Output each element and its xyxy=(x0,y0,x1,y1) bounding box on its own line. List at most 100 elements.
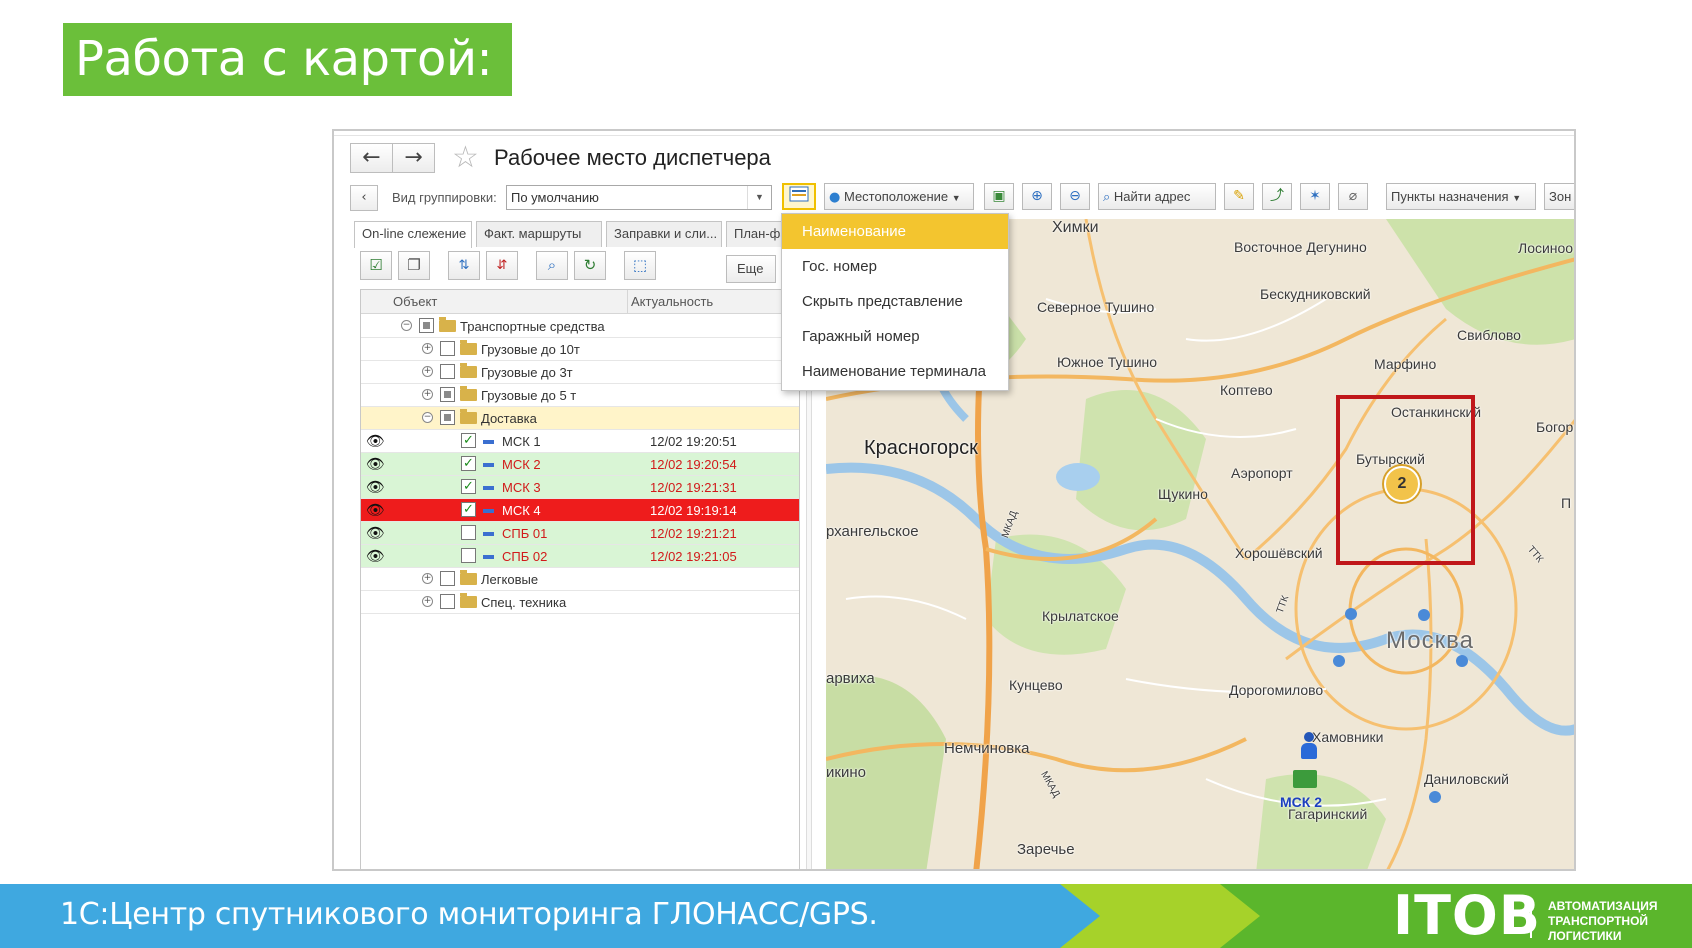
grouping-select[interactable]: По умолчанию ▼ xyxy=(506,185,772,210)
tree-checkbox[interactable] xyxy=(440,341,455,356)
sort-asc-button[interactable]: ⇅ xyxy=(448,251,480,280)
menu-item-plate-number[interactable]: Гос. номер xyxy=(782,249,1008,284)
label-display-button[interactable] xyxy=(782,183,816,210)
back-button[interactable]: ← xyxy=(350,143,393,173)
tree-checkbox[interactable] xyxy=(440,594,455,609)
folder-icon xyxy=(460,363,477,378)
vehicle-row[interactable]: 👁 ✓ МСК 2 12/02 19:20:54 xyxy=(361,453,799,476)
tree-checkbox[interactable] xyxy=(419,318,434,333)
zones-button[interactable]: Зон xyxy=(1544,183,1574,210)
menu-item-terminal-name[interactable]: Наименование терминала xyxy=(782,354,1008,389)
eye-icon[interactable]: 👁 xyxy=(366,524,390,542)
collapse-toggle-icon[interactable]: − xyxy=(401,320,412,331)
select-area-button[interactable]: ⬚ xyxy=(624,251,656,280)
zoom-out-button[interactable]: ⊖ xyxy=(1060,183,1090,210)
vehicle-map-label[interactable]: МСК 2 xyxy=(1280,794,1322,810)
vehicle-cluster-marker[interactable]: 2 xyxy=(1384,466,1420,502)
slide-title: Работа с картой: xyxy=(63,23,512,96)
tree-checkbox[interactable] xyxy=(440,571,455,586)
folder-icon xyxy=(460,570,477,585)
tree-row[interactable]: + Грузовые до 5 т xyxy=(361,384,799,407)
expand-toggle-icon[interactable]: + xyxy=(422,596,433,607)
collapse-panel-button[interactable]: ‹ xyxy=(350,185,378,211)
street xyxy=(1185,298,1327,342)
expand-toggle-icon[interactable]: + xyxy=(422,389,433,400)
vehicle-row-alert[interactable]: 👁 ✓ МСК 4 12/02 19:19:14 xyxy=(361,499,799,522)
tree-row-name: Транспортные средства xyxy=(460,319,605,334)
vehicle-time: 12/02 19:21:21 xyxy=(650,526,737,541)
menu-item-hide-label[interactable]: Скрыть представление xyxy=(782,284,1008,319)
menu-item-name[interactable]: Наименование xyxy=(782,214,1008,249)
fit-map-button[interactable]: ▣ xyxy=(984,183,1014,210)
eye-icon[interactable]: 👁 xyxy=(366,478,390,496)
location-button[interactable]: ● Местоположение ▼ xyxy=(824,183,974,210)
zoom-in-button[interactable]: ⊕ xyxy=(1022,183,1052,210)
logo-subtitle-line: ЛОГИСТИКИ xyxy=(1548,929,1622,943)
tree-row[interactable]: − Транспортные средства xyxy=(361,315,799,338)
expand-toggle-icon[interactable]: + xyxy=(422,343,433,354)
find-address-button[interactable]: ⌕ Найти адрес xyxy=(1098,183,1216,210)
search-tree-button[interactable]: ⌕ xyxy=(536,251,568,280)
polygon-button[interactable]: ✶ xyxy=(1300,183,1330,210)
metro-marker xyxy=(1333,655,1345,667)
vehicle-checkbox[interactable]: ✓ xyxy=(461,479,476,494)
vehicle-name: СПБ 02 xyxy=(502,549,548,564)
vehicle-checkbox[interactable]: ✓ xyxy=(461,456,476,471)
more-button[interactable]: Еще xyxy=(726,255,776,283)
tree-checkbox[interactable] xyxy=(440,387,455,402)
copy-button[interactable]: ❐ xyxy=(398,251,430,280)
map-label: Аэропорт xyxy=(1231,465,1293,481)
tab-online-tracking[interactable]: On-line слежение xyxy=(354,221,472,248)
forward-button[interactable]: → xyxy=(392,143,435,173)
destinations-button[interactable]: Пункты назначения ▼ xyxy=(1386,183,1536,210)
eye-icon[interactable]: 👁 xyxy=(366,455,390,473)
route-button[interactable]: ⤴ xyxy=(1262,183,1292,210)
tree-checkbox[interactable] xyxy=(440,410,455,425)
menu-item-garage-number[interactable]: Гаражный номер xyxy=(782,319,1008,354)
tree-row[interactable]: + Спец. техника xyxy=(361,591,799,614)
zoom-in-icon: ⊕ xyxy=(1031,188,1043,204)
vehicle-checkbox[interactable]: ✓ xyxy=(461,502,476,517)
driver-icon[interactable] xyxy=(1301,732,1317,760)
vehicle-row[interactable]: 👁 ✓ МСК 3 12/02 19:21:31 xyxy=(361,476,799,499)
tree-row[interactable]: + Грузовые до 3т xyxy=(361,361,799,384)
truck-icon[interactable] xyxy=(1293,770,1317,788)
attach-button[interactable]: ⌀ xyxy=(1338,183,1368,210)
expand-toggle-icon[interactable]: + xyxy=(422,573,433,584)
sort-desc-button[interactable]: ⇵ xyxy=(486,251,518,280)
tab-plan-fact[interactable]: План-фа xyxy=(726,221,786,247)
favorite-star-icon[interactable]: ☆ xyxy=(452,141,479,175)
tab-actual-routes[interactable]: Факт. маршруты xyxy=(476,221,602,247)
logo-subtitle-line: АВТОМАТИЗАЦИЯ xyxy=(1548,899,1658,913)
grouping-label: Вид группировки: xyxy=(392,190,497,205)
map-label: Северное Тушино xyxy=(1037,299,1155,315)
expand-toggle-icon[interactable]: + xyxy=(422,366,433,377)
refresh-button[interactable]: ↻ xyxy=(574,251,606,280)
column-object[interactable]: Объект xyxy=(393,294,437,309)
eye-icon[interactable]: 👁 xyxy=(366,547,390,565)
copy-icon: ❐ xyxy=(407,256,421,274)
lake xyxy=(1056,463,1100,491)
eye-icon[interactable]: 👁 xyxy=(366,432,390,450)
ruler-icon: ✎ xyxy=(1233,188,1245,204)
tree-row[interactable]: + Легковые xyxy=(361,568,799,591)
collapse-toggle-icon[interactable]: − xyxy=(422,412,433,423)
tab-refuels[interactable]: Заправки и сли... xyxy=(606,221,722,247)
window-title: Рабочее место диспетчера xyxy=(494,145,771,170)
column-actuality[interactable]: Актуальность xyxy=(631,294,713,309)
tree-checkbox[interactable] xyxy=(440,364,455,379)
vehicle-checkbox[interactable]: ✓ xyxy=(461,433,476,448)
vehicle-row[interactable]: 👁 ✓ МСК 1 12/02 19:20:51 xyxy=(361,430,799,453)
logo-divider xyxy=(1530,898,1532,938)
check-all-button[interactable]: ☑ xyxy=(360,251,392,280)
tree-row[interactable]: + Грузовые до 10т xyxy=(361,338,799,361)
tree-row-name: Грузовые до 10т xyxy=(481,342,580,357)
vehicle-row[interactable]: 👁 СПБ 02 12/02 19:21:05 xyxy=(361,545,799,568)
vehicle-checkbox[interactable] xyxy=(461,548,476,563)
globe-icon: ● xyxy=(829,190,841,205)
ruler-button[interactable]: ✎ xyxy=(1224,183,1254,210)
tree-row-selected[interactable]: − Доставка xyxy=(361,407,799,430)
vehicle-checkbox[interactable] xyxy=(461,525,476,540)
vehicle-row[interactable]: 👁 СПБ 01 12/02 19:21:21 xyxy=(361,522,799,545)
eye-icon[interactable]: 👁 xyxy=(366,501,390,519)
